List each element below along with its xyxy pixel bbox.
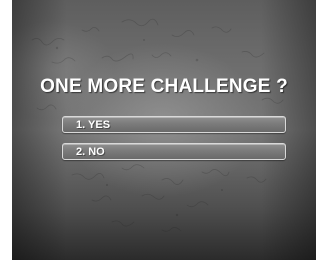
option-no-button[interactable]: 2. NO — [62, 143, 286, 160]
option-yes-button[interactable]: 1. YES — [62, 116, 286, 133]
game-screen: ONE MORE CHALLENGE ? 1. YES 2. NO — [12, 0, 316, 260]
prompt-title: ONE MORE CHALLENGE ? — [40, 76, 288, 97]
option-yes-label: 1. YES — [76, 119, 111, 131]
option-no-label: 2. NO — [76, 146, 105, 158]
